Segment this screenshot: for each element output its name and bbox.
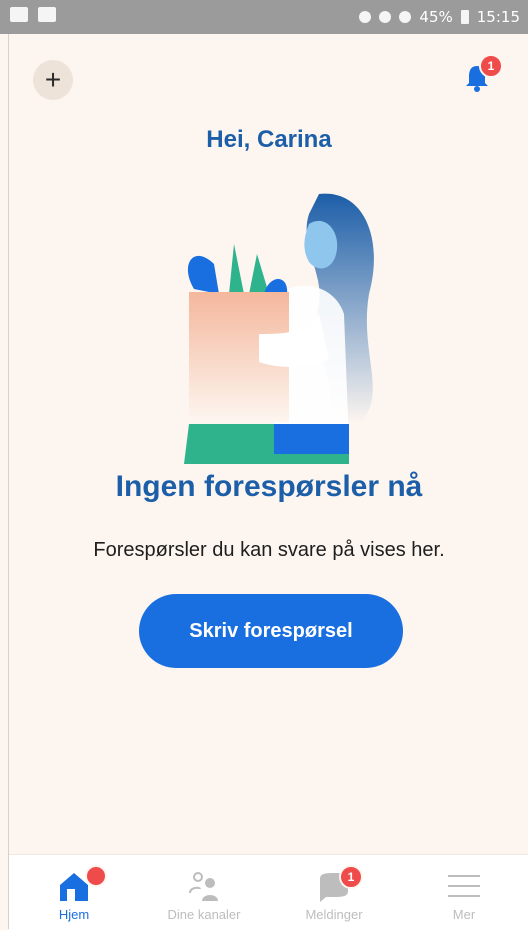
people-icon — [189, 872, 218, 901]
menu-icon — [448, 875, 480, 897]
tab-home-label: Hjem — [58, 907, 90, 922]
tab-messages[interactable]: 1 Meldinger — [269, 855, 399, 930]
tab-more[interactable]: Mer — [399, 855, 528, 930]
add-button[interactable]: + — [33, 60, 73, 100]
gallery-icon — [10, 7, 28, 22]
woman-with-groceries-illustration — [184, 193, 374, 464]
home-badge-dot — [85, 865, 107, 887]
tab-channels[interactable]: Dine kanaler — [139, 855, 269, 930]
battery-icon — [460, 10, 469, 24]
notifications-button[interactable]: 1 — [457, 54, 503, 98]
tab-more-label: Mer — [452, 907, 476, 922]
home-screen: + 1 Hei, Carina Ingen forespørsler nå Fo… — [8, 34, 528, 930]
greeting: Hei, Carina — [206, 126, 332, 153]
battery-percent: 45% — [419, 8, 453, 26]
empty-state-text: Forespørsler du kan svare på vises her. — [93, 539, 445, 561]
clock: 15:15 — [476, 8, 520, 26]
notification-badge: 1 — [479, 54, 503, 78]
messages-badge: 1 — [339, 865, 363, 889]
tab-home[interactable]: Hjem — [9, 855, 139, 930]
status-bar: 45% 15:15 — [0, 0, 528, 34]
bottom-navigation: Hjem Dine kanaler 1 Meldinger Mer — [9, 854, 528, 930]
alarm-icon — [379, 11, 392, 23]
empty-state-title: Ingen forespørsler nå — [115, 470, 423, 503]
mute-icon — [359, 11, 372, 23]
signal-icon — [399, 11, 412, 23]
tab-messages-label: Meldinger — [305, 907, 363, 922]
write-request-button[interactable]: Skriv forespørsel — [139, 594, 403, 668]
notification-app-icon — [38, 7, 56, 22]
plus-icon: + — [44, 64, 62, 95]
tab-channels-label: Dine kanaler — [167, 907, 241, 922]
